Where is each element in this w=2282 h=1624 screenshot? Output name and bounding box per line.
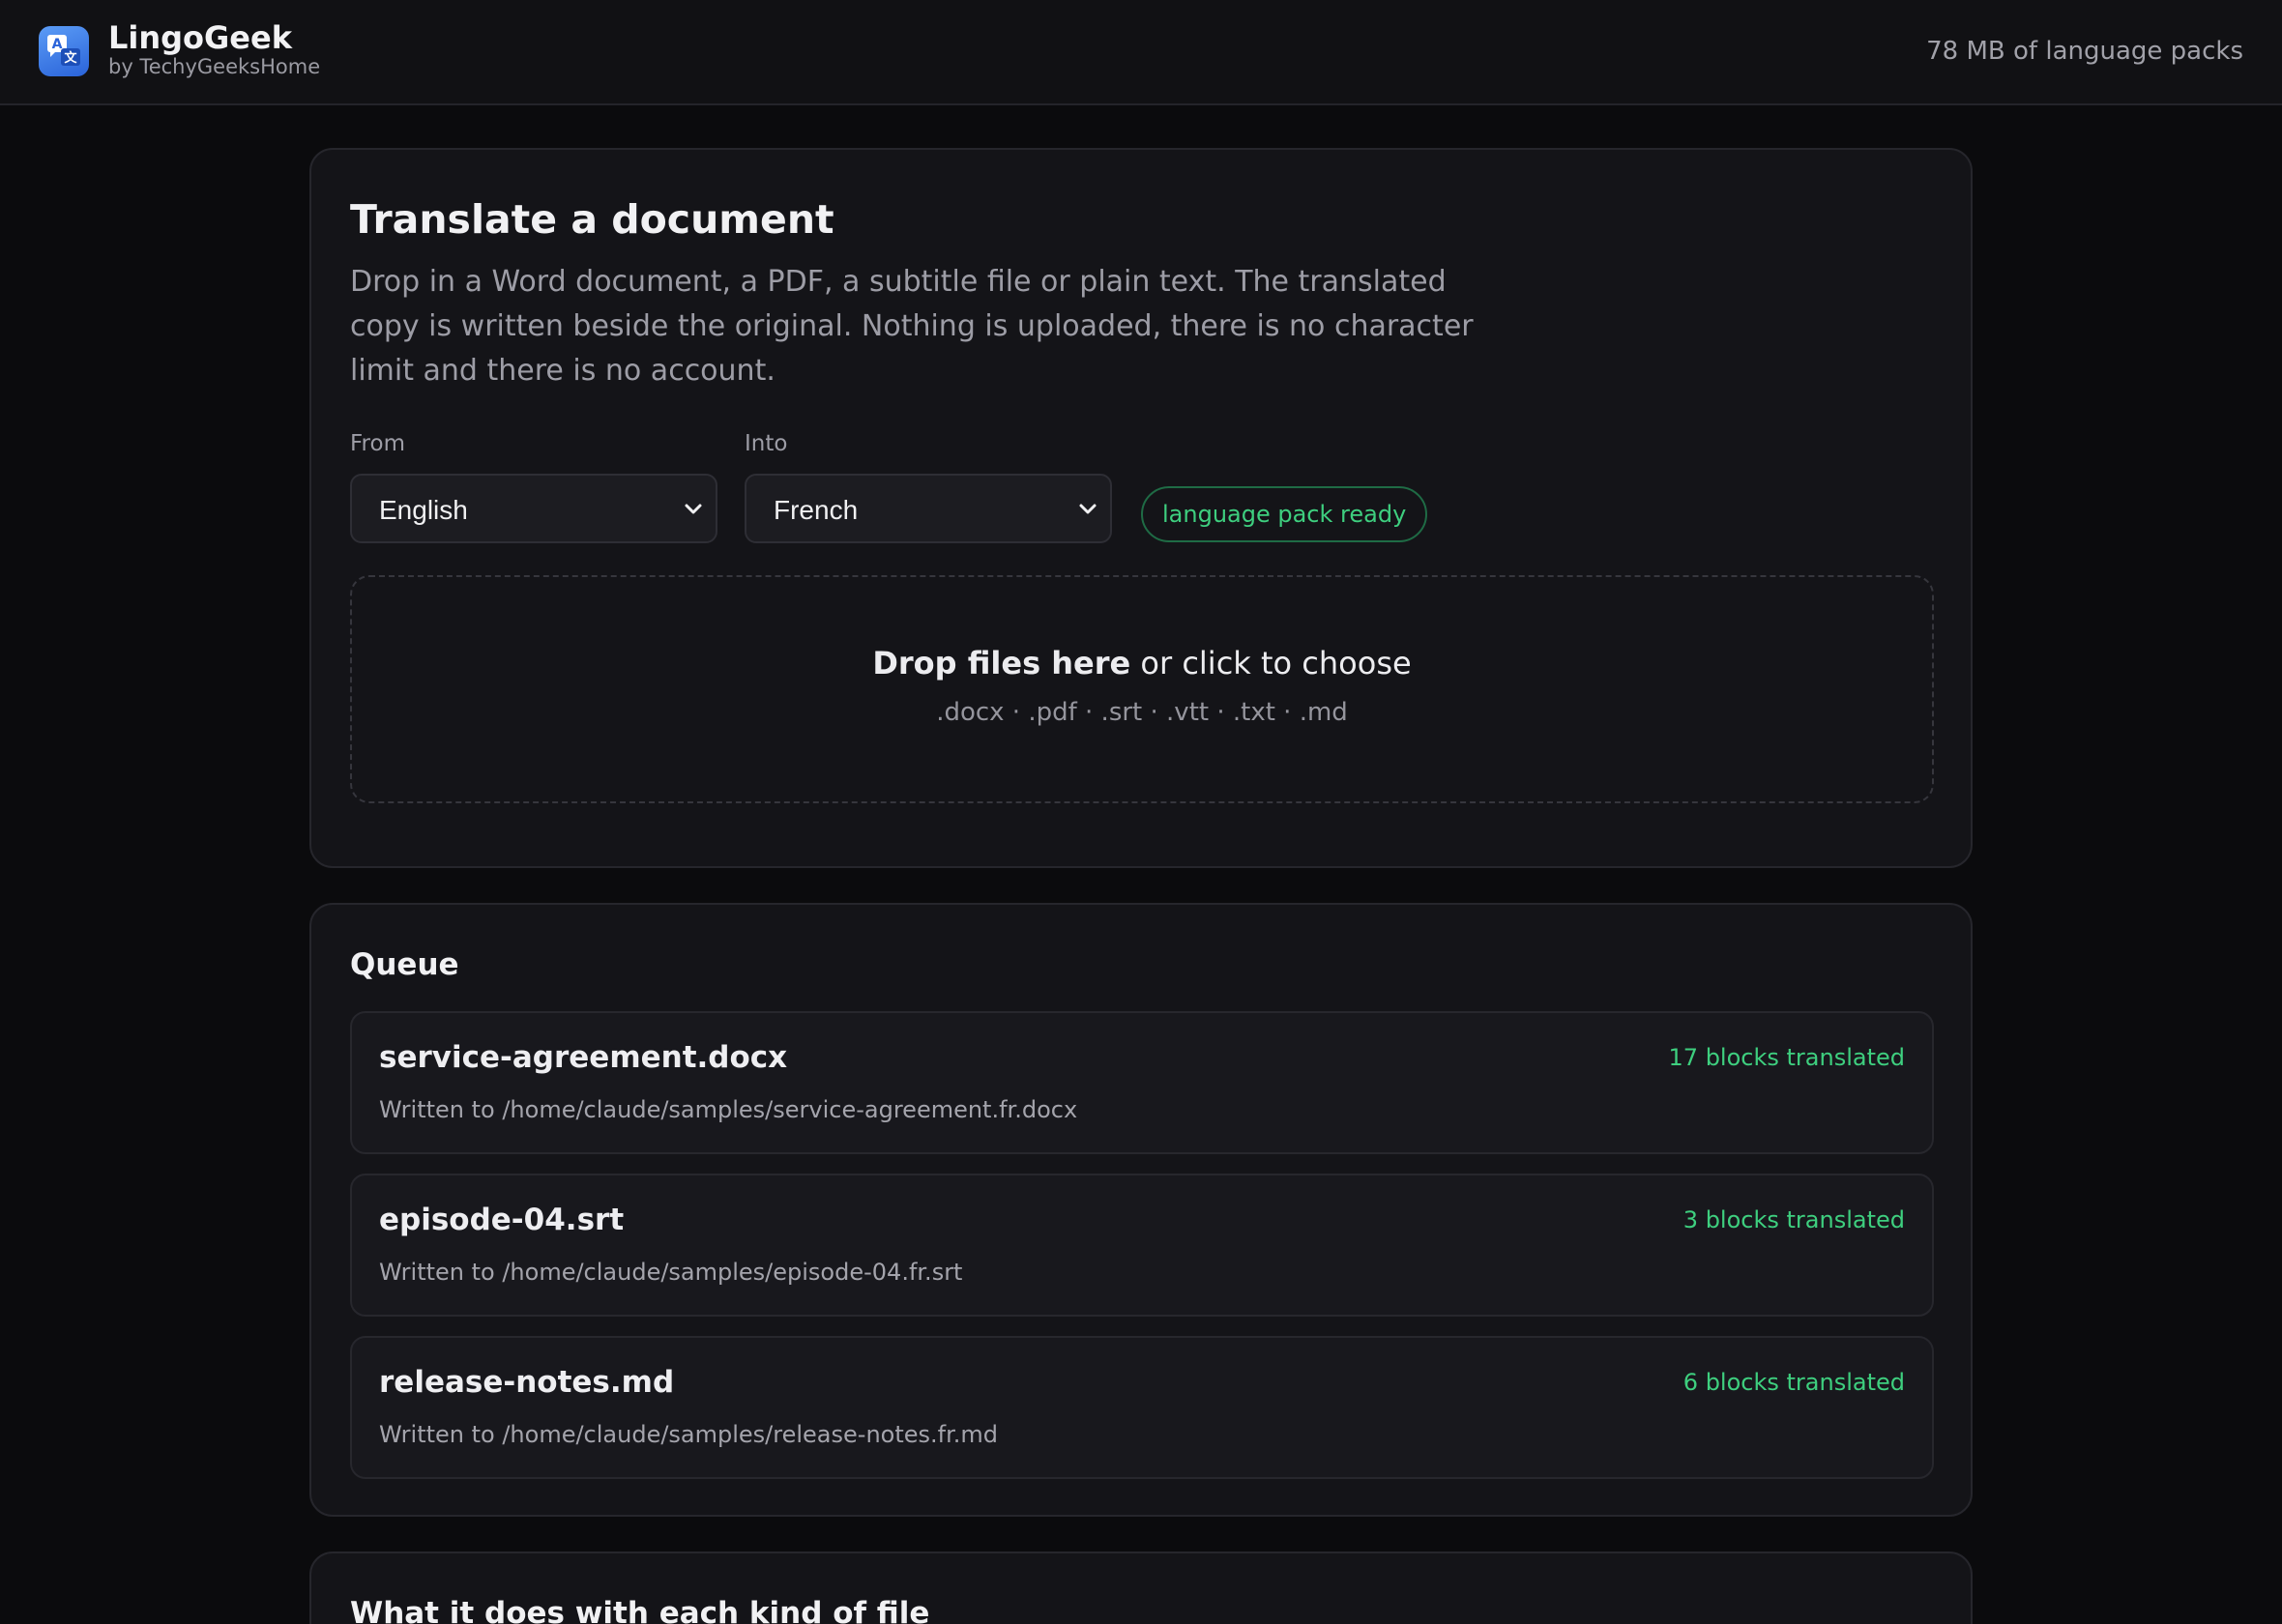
file-drop-zone[interactable]: Drop files here or click to choose .docx… (350, 575, 1934, 803)
supported-file-types: .docx · .pdf · .srt · .vtt · .txt · .md (936, 698, 1348, 727)
queue-item-name: release-notes.md (379, 1365, 675, 1400)
queue-item[interactable]: service-agreement.docx 17 blocks transla… (350, 1011, 1934, 1154)
from-label: From (350, 431, 405, 456)
into-label: Into (745, 431, 788, 456)
drop-zone-rest: or click to choose (1130, 645, 1412, 682)
file-types-card: What it does with each kind of file (309, 1552, 1973, 1624)
queue-item-status: 17 blocks translated (1668, 1044, 1905, 1071)
queue-card: Queue service-agreement.docx 17 blocks t… (309, 903, 1973, 1517)
queue-item-path: Written to /home/claude/samples/episode-… (379, 1259, 963, 1286)
svg-text:A: A (52, 37, 63, 52)
queue-item-status: 3 blocks translated (1682, 1206, 1905, 1233)
svg-text:文: 文 (64, 50, 77, 66)
translate-icon: A 文 (39, 26, 89, 76)
language-pack-status-badge: language pack ready (1141, 486, 1428, 542)
queue-item-name: service-agreement.docx (379, 1040, 788, 1075)
from-language-select[interactable]: English (350, 474, 717, 543)
drop-zone-title: Drop files here or click to choose (352, 645, 1932, 682)
chevron-down-icon (685, 504, 702, 514)
queue-item-path: Written to /home/claude/samples/release-… (379, 1421, 998, 1448)
top-bar: A 文 LingoGeek by TechyGeeksHome 78 MB of… (0, 0, 2282, 105)
app-name: LingoGeek (108, 19, 292, 56)
queue-item[interactable]: episode-04.srt 3 blocks translated Writt… (350, 1174, 1934, 1317)
into-language-select[interactable]: French (745, 474, 1112, 543)
translate-card: Translate a document Drop in a Word docu… (309, 148, 1973, 868)
from-language-value: English (379, 495, 468, 525)
queue-item-path: Written to /home/claude/samples/service-… (379, 1096, 1078, 1123)
chevron-down-icon (1079, 504, 1097, 514)
file-types-title: What it does with each kind of file (350, 1596, 930, 1624)
language-pack-size: 78 MB of language packs (1926, 37, 2243, 66)
into-language-value: French (774, 495, 859, 525)
queue-item[interactable]: release-notes.md 6 blocks translated Wri… (350, 1336, 1934, 1479)
drop-zone-bold: Drop files here (872, 645, 1131, 682)
page-title: Translate a document (350, 196, 834, 243)
queue-item-status: 6 blocks translated (1682, 1369, 1905, 1396)
queue-item-name: episode-04.srt (379, 1203, 625, 1237)
page-description: Drop in a Word document, a PDF, a subtit… (350, 265, 1474, 388)
app-byline: by TechyGeeksHome (108, 55, 321, 78)
queue-title: Queue (350, 947, 459, 982)
